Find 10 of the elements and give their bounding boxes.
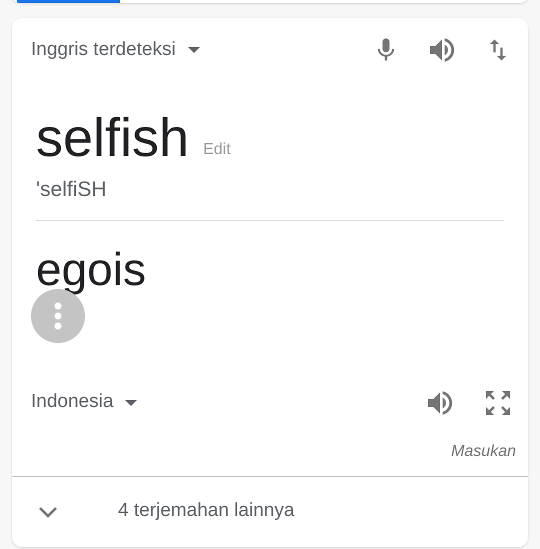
source-language-dropdown[interactable]: Inggris terdeteksi <box>31 36 200 64</box>
dropdown-caret-icon <box>125 400 138 406</box>
translation-text: egois <box>35 242 146 296</box>
phonetic-text: 'selfiSH <box>35 177 107 203</box>
source-text: selfish <box>36 108 190 168</box>
feedback-link[interactable]: Masukan <box>451 440 516 464</box>
dropdown-caret-icon <box>188 47 200 53</box>
target-language-dropdown[interactable]: Indonesia <box>31 388 138 417</box>
more-vertical-icon <box>54 302 62 330</box>
more-translations-toggle[interactable]: 4 terjemahan lainnya <box>12 476 528 546</box>
